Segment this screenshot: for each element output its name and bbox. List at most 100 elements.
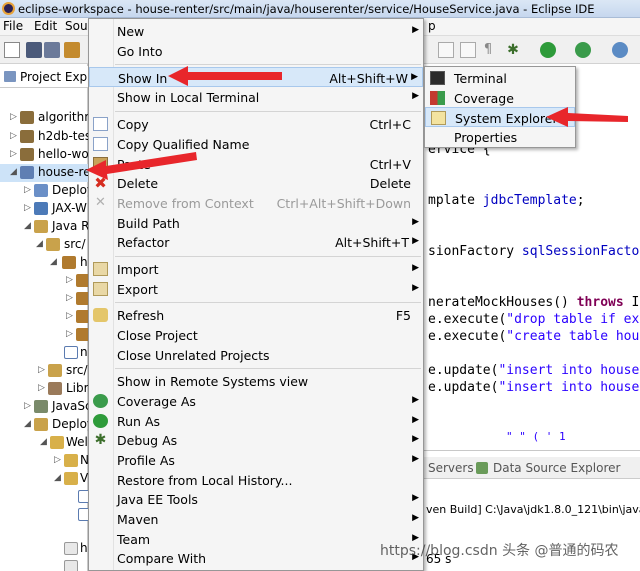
refresh-icon (93, 308, 108, 322)
submenu-item-terminal[interactable]: Terminal (425, 68, 575, 88)
tree-item-web-inf-child-2[interactable] (0, 506, 88, 524)
menu-file[interactable]: File (3, 19, 23, 33)
tree-item-label: h (80, 541, 88, 555)
tree-item-web-inf-child-1[interactable] (0, 488, 88, 506)
tree-item-label: JAX-W (52, 201, 87, 215)
menu-item-maven[interactable]: Maven ▶ (89, 509, 423, 529)
code-line: sionFactory sqlSessionFactory; (428, 244, 640, 259)
menu-item-go-into[interactable]: Go Into (89, 41, 423, 61)
export-icon (93, 282, 108, 296)
menu-item-close-project[interactable]: Close Project (89, 325, 423, 345)
context-menu: New ▶ Go Into Show In Alt+Shift+W ▶ Show in… (88, 18, 424, 571)
tree-item-webapp[interactable]: ◢ Wel (0, 434, 88, 452)
import-icon (93, 262, 108, 276)
title-bar: eclipse-workspace - house-renter/src/mai… (0, 0, 640, 18)
tree-item-house-renter[interactable]: ◢ house-ren (0, 164, 88, 182)
save-icon[interactable] (26, 42, 42, 58)
coverage-icon[interactable] (575, 42, 591, 58)
tree-item-package[interactable]: ◢ h (0, 254, 88, 272)
run-icon[interactable] (540, 42, 556, 58)
menu-item-export[interactable]: Export ▶ (89, 279, 423, 299)
menu-item-team[interactable]: Team ▶ (89, 529, 423, 549)
menu-item-run-as[interactable]: Run As ▶ (89, 411, 423, 431)
menu-item-import[interactable]: Import ▶ (89, 259, 423, 279)
eclipse-icon (2, 2, 15, 15)
tree-item-jax-ws[interactable]: ▷ JAX-W (0, 200, 88, 218)
tree-item-deploy[interactable]: ▷ Deploy (0, 182, 88, 200)
menu-item-profile-as[interactable]: Profile As ▶ (89, 450, 423, 470)
debug-bug-icon[interactable]: ✱ (505, 42, 521, 58)
tree-item-src-main[interactable]: ◢ src/ (0, 236, 88, 254)
tree-item-algorithm[interactable]: ▷ algorithm (0, 109, 88, 127)
external-tools-icon[interactable] (612, 42, 628, 58)
menu-item-show-in-remote-systems-view[interactable]: Show in Remote Systems view (89, 371, 423, 391)
menu-item-new[interactable]: New ▶ (89, 21, 423, 41)
menu-item-build-path[interactable]: Build Path ▶ (89, 213, 423, 233)
tree-item-label: Deploy (52, 183, 88, 197)
menu-item-paste[interactable]: Paste Ctrl+V (89, 154, 423, 174)
tree-item-javascript[interactable]: ▷ JavaSc (0, 398, 88, 416)
block-icon[interactable] (460, 42, 476, 58)
tree-item-package-child-3[interactable]: ▷ (0, 308, 88, 326)
menu-item-delete[interactable]: ✖ Delete Delete (89, 173, 423, 193)
show-in-submenu: Terminal Coverage System Explorer Proper… (424, 66, 576, 148)
code-line: e.execute("drop table if exis (428, 312, 640, 327)
datasource-icon (476, 462, 488, 474)
tree-item-xml-file[interactable]: n (0, 344, 88, 362)
menu-item-coverage-as[interactable]: Coverage As ▶ (89, 391, 423, 411)
tree-item-web-inf[interactable]: ◢ V (0, 470, 88, 488)
tree-item-label: Wel (66, 435, 88, 449)
menu-item-show-in[interactable]: Show In Alt+Shift+W ▶ (89, 67, 423, 87)
debug-as-icon: ✱ (94, 432, 107, 448)
tree-item-java-resources[interactable]: ◢ Java R (0, 218, 88, 236)
delete-icon: ✖ (94, 174, 107, 192)
tab-servers[interactable]: Servers (428, 461, 474, 475)
tree-item-h2db-test[interactable]: ▷ h2db-test (0, 128, 88, 146)
tree-item-label: src/ (66, 363, 88, 377)
watermark: https://blog.csdn 头条 @普通的码农 (380, 543, 619, 559)
project-explorer-tab-label: Project Explo (20, 70, 98, 84)
tree-item-label: JavaSc (52, 399, 88, 413)
submenu-item-properties[interactable]: Properties (425, 127, 575, 147)
menu-edit[interactable]: Edit (34, 19, 57, 33)
code-line: e.update("insert into house v (428, 363, 640, 378)
window-title: eclipse-workspace - house-renter/src/mai… (18, 2, 595, 16)
project-explorer-tab[interactable]: Project Explo (0, 66, 98, 88)
tree-item-meta-inf[interactable]: ▷ N (0, 452, 88, 470)
tree-item-libraries[interactable]: ▷ Libr (0, 380, 88, 398)
tree-item-label: algorithm (38, 110, 88, 124)
menu-item-refresh[interactable]: Refresh F5 (89, 305, 423, 325)
menu-item-show-in-local-terminal[interactable]: Show in Local Terminal ▶ (89, 87, 423, 107)
submenu-item-system-explorer[interactable]: System Explorer (425, 107, 575, 127)
menu-source[interactable]: Sou (65, 19, 88, 33)
tree-item-hello-world[interactable]: ▷ hello-wor (0, 146, 88, 164)
new-icon[interactable] (4, 42, 20, 58)
tree-item-package-child-1[interactable]: ▷ (0, 272, 88, 290)
menu-item-refactor[interactable]: Refactor Alt+Shift+T ▶ (89, 232, 423, 252)
menu-item-copy[interactable]: Copy Ctrl+C (89, 114, 423, 134)
tree-item-deployed[interactable]: ◢ Deploy (0, 416, 88, 434)
menu-item-debug-as[interactable]: ✱ Debug As ▶ (89, 430, 423, 450)
submenu-item-coverage[interactable]: Coverage (425, 88, 575, 108)
menu-window-partial[interactable]: p (428, 19, 436, 33)
menu-item-java-ee-tools[interactable]: Java EE Tools ▶ (89, 489, 423, 509)
run-as-icon (93, 414, 108, 428)
tree-item-html-file[interactable]: h (0, 540, 88, 558)
tree-item-package-child-4[interactable]: ▷ (0, 326, 88, 344)
menu-item-close-unrelated-projects[interactable]: Close Unrelated Projects (89, 345, 423, 365)
menu-item-compare-with[interactable]: Compare With ▶ (89, 548, 423, 568)
code-line: e.execute("create table house (428, 329, 640, 344)
menu-item-remove-from-context[interactable]: ✕ Remove from Context Ctrl+Alt+Shift+Down (89, 193, 423, 213)
menu-item-copy-qualified-name[interactable]: Copy Qualified Name (89, 134, 423, 154)
tree-item-package-child-2[interactable]: ▷ (0, 290, 88, 308)
tree-item-label: n (80, 345, 88, 359)
coverage-view-icon (430, 91, 445, 105)
tree-item-html-file-2[interactable] (0, 558, 88, 571)
tab-data-source-explorer[interactable]: Data Source Explorer (493, 461, 620, 475)
pilcrow-icon[interactable]: ¶ (480, 42, 496, 58)
tree-item-src-test[interactable]: ▷ src/ (0, 362, 88, 380)
save-all-icon[interactable] (44, 42, 60, 58)
menu-item-restore-from-local-history[interactable]: Restore from Local History... (89, 470, 423, 490)
open-type-icon[interactable] (64, 42, 80, 58)
toggle-icon[interactable] (438, 42, 454, 58)
